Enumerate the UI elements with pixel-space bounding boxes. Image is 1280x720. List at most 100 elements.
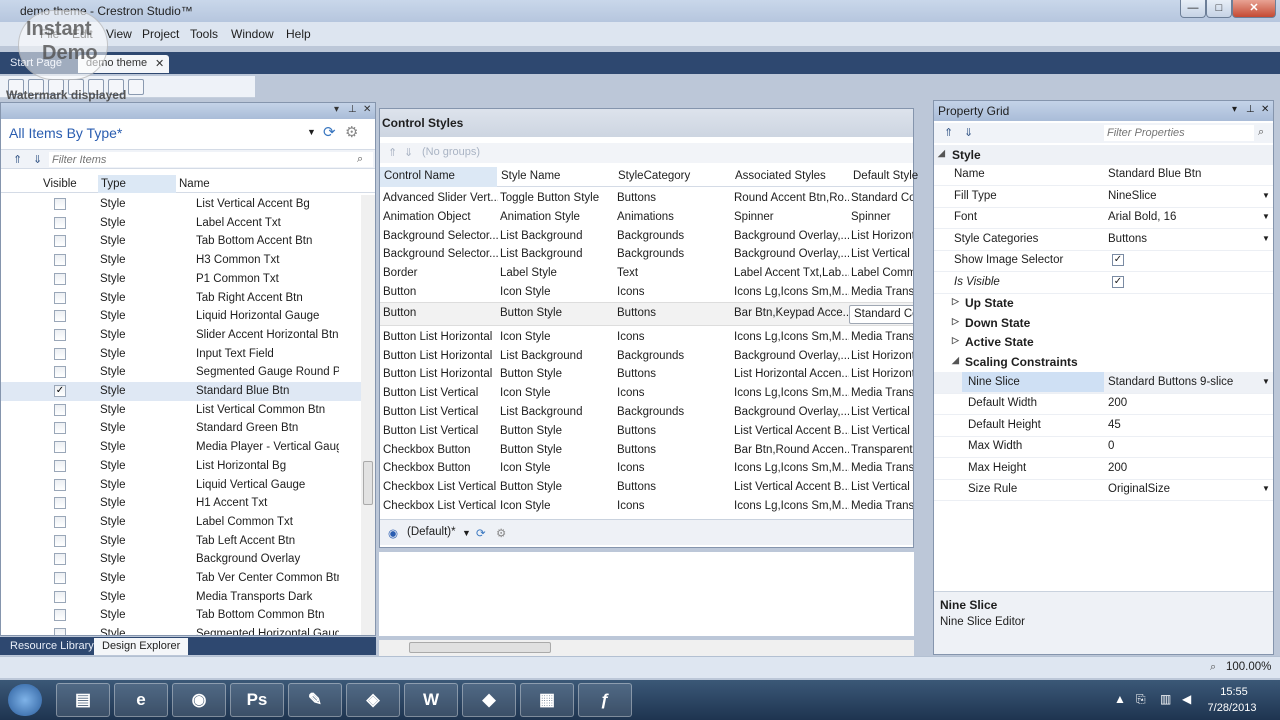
save-icon[interactable] bbox=[8, 79, 24, 95]
column-visible[interactable]: Visible bbox=[43, 178, 77, 190]
list-item[interactable]: Style Tab Bottom Common Btn bbox=[1, 606, 361, 625]
expand-groups-icon[interactable]: ⇑ bbox=[388, 146, 397, 159]
word-icon[interactable]: W bbox=[404, 683, 458, 717]
prop-max-width-value[interactable]: 0 bbox=[1108, 440, 1114, 452]
down-state-section[interactable]: ▷ Down State bbox=[934, 313, 1273, 333]
chrome-icon[interactable]: ◉ bbox=[172, 683, 226, 717]
view-combo[interactable]: All Items By Type* bbox=[9, 125, 122, 141]
visible-checkbox[interactable] bbox=[54, 572, 66, 584]
visible-checkbox[interactable] bbox=[54, 422, 66, 435]
tab-resource-library[interactable]: Resource Library bbox=[2, 638, 102, 655]
list-item[interactable]: Style Liquid Vertical Gauge bbox=[1, 476, 361, 495]
table-row[interactable]: Button List Horizontal List Background Bac… bbox=[380, 347, 913, 366]
list-item[interactable]: Style Tab Left Accent Btn bbox=[1, 532, 361, 551]
prop-default-height-value[interactable]: 45 bbox=[1108, 419, 1121, 431]
maximize-button[interactable]: □ bbox=[1206, 0, 1232, 18]
search-icon[interactable]: ⌕ bbox=[1258, 126, 1264, 139]
table-row[interactable]: Button List Vertical Button Style Buttons L… bbox=[380, 422, 913, 441]
list-item[interactable]: Style Segmented Gauge Round Pi bbox=[1, 363, 361, 382]
table-row[interactable]: Checkbox Button Icon Style Icons Icons Lg,I… bbox=[380, 459, 913, 478]
list-item[interactable]: Style Slider Accent Horizontal Btn bbox=[1, 326, 361, 345]
chevron-down-icon[interactable]: ▼ bbox=[307, 127, 316, 137]
visible-checkbox[interactable] bbox=[54, 235, 66, 248]
prop-nine-slice-value[interactable]: Standard Buttons 9-slice bbox=[1108, 376, 1233, 388]
prop-fill-type[interactable]: Fill Type NineSlice ▼ bbox=[934, 186, 1273, 208]
tab-start-page[interactable]: Start Page bbox=[2, 55, 70, 73]
default-theme-combo[interactable]: (Default)* bbox=[407, 526, 456, 538]
photoshop-icon[interactable]: Ps bbox=[230, 683, 284, 717]
prop-style-categories[interactable]: Style Categories Buttons ▼ bbox=[934, 229, 1273, 251]
list-item[interactable]: Style Standard Green Btn bbox=[1, 419, 361, 438]
column-default-style[interactable]: Default Style bbox=[853, 170, 918, 182]
paste-icon[interactable] bbox=[48, 79, 64, 95]
clock-time[interactable]: 15:55 bbox=[1204, 686, 1264, 698]
chevron-down-icon[interactable]: ▼ bbox=[1262, 212, 1270, 221]
visible-checkbox[interactable] bbox=[54, 328, 66, 341]
ie-icon[interactable]: e bbox=[114, 683, 168, 717]
close-icon[interactable]: ✕ bbox=[363, 104, 371, 115]
new-icon[interactable] bbox=[68, 79, 84, 95]
scaling-constraints-section[interactable]: ◢ Scaling Constraints bbox=[934, 352, 1273, 372]
prop-default-height[interactable]: Default Height 45 bbox=[934, 415, 1273, 437]
visible-checkbox[interactable] bbox=[54, 441, 66, 454]
visible-checkbox[interactable] bbox=[54, 534, 66, 547]
list-item[interactable]: Style H3 Common Txt bbox=[1, 251, 361, 270]
cube-icon[interactable]: ◆ bbox=[462, 683, 516, 717]
tray-usb-icon[interactable]: ⎘ bbox=[1136, 692, 1146, 707]
visible-checkbox[interactable] bbox=[54, 310, 66, 323]
left-scrollbar-thumb[interactable] bbox=[363, 461, 373, 505]
default-style-cell[interactable]: Standard Co bbox=[849, 304, 913, 324]
chevron-down-icon[interactable]: ▼ bbox=[1262, 234, 1270, 243]
list-item[interactable]: Style Label Accent Txt bbox=[1, 214, 361, 233]
column-control-name[interactable]: Control Name bbox=[384, 170, 455, 182]
visible-checkbox[interactable] bbox=[54, 198, 66, 210]
clock-date[interactable]: 7/28/2013 bbox=[1200, 702, 1264, 714]
visible-checkbox[interactable] bbox=[54, 459, 66, 472]
table-row[interactable]: Button Icon Style Icons Icons Lg,Icons Sm,M… bbox=[380, 283, 913, 302]
chevron-down-icon[interactable]: ▼ bbox=[1262, 484, 1270, 493]
toolbox-icon[interactable]: ▦ bbox=[520, 683, 574, 717]
notepad-icon[interactable]: ✎ bbox=[288, 683, 342, 717]
visible-checkbox[interactable] bbox=[54, 272, 66, 285]
horizontal-scrollbar[interactable] bbox=[379, 640, 914, 656]
list-item[interactable]: Style Liquid Horizontal Gauge bbox=[1, 307, 361, 326]
search-icon[interactable]: ⌕ bbox=[357, 153, 363, 166]
table-row[interactable]: Checkbox Button Button Style Buttons Bar Bt… bbox=[380, 441, 913, 460]
table-row[interactable]: Animation Object Animation Style Animation… bbox=[380, 208, 913, 227]
collapse-groups-icon[interactable]: ⇓ bbox=[404, 146, 413, 159]
list-item[interactable]: Style List Vertical Common Btn bbox=[1, 401, 361, 420]
table-row[interactable]: Border Label Style Text Label Accent Txt,La… bbox=[380, 264, 913, 283]
explorer-icon[interactable]: ▤ bbox=[56, 683, 110, 717]
eye-icon[interactable]: ◉ bbox=[388, 526, 398, 540]
column-style-category[interactable]: StyleCategory bbox=[618, 170, 690, 182]
table-row[interactable]: Button List Vertical List Background Backg… bbox=[380, 403, 913, 422]
expand-all-icon[interactable]: ⇑ bbox=[944, 126, 953, 139]
visible-checkbox[interactable]: ✓ bbox=[54, 385, 66, 397]
visible-checkbox[interactable] bbox=[54, 254, 66, 267]
prop-size-rule-value[interactable]: OriginalSize bbox=[1108, 483, 1170, 495]
column-name[interactable]: Name bbox=[179, 178, 210, 190]
pin-icon[interactable]: ⊥ bbox=[1246, 104, 1255, 115]
list-item[interactable]: Style Segmented Horizontal Gaug bbox=[1, 625, 361, 635]
chevron-down-icon[interactable]: ▼ bbox=[1262, 377, 1270, 386]
prop-name-value[interactable]: Standard Blue Btn bbox=[1108, 168, 1201, 180]
start-button[interactable] bbox=[8, 684, 42, 716]
list-item[interactable]: Style Media Transports Dark bbox=[1, 588, 361, 607]
network-icon[interactable]: ▥ bbox=[1160, 692, 1171, 706]
chevron-down-icon[interactable]: ▼ bbox=[462, 528, 471, 538]
list-item[interactable]: Style List Vertical Accent Bg bbox=[1, 195, 361, 214]
volume-icon[interactable]: ◀ bbox=[1182, 692, 1191, 706]
tab-design-explorer[interactable]: Design Explorer bbox=[94, 638, 189, 655]
menu-edit[interactable]: Edit bbox=[72, 27, 93, 41]
chevron-down-icon[interactable]: ▼ bbox=[1262, 191, 1270, 200]
visible-checkbox[interactable] bbox=[54, 291, 66, 304]
filter-items-input[interactable] bbox=[49, 152, 373, 167]
copy-icon[interactable] bbox=[28, 79, 44, 95]
list-item[interactable]: Style Media Player - Vertical Gaug bbox=[1, 438, 361, 457]
column-style-name[interactable]: Style Name bbox=[501, 170, 560, 182]
column-type[interactable]: Type bbox=[101, 178, 126, 190]
grid-icon[interactable] bbox=[108, 79, 124, 95]
visible-checkbox[interactable] bbox=[54, 216, 66, 229]
prop-max-height-value[interactable]: 200 bbox=[1108, 462, 1127, 474]
column-associated-styles[interactable]: Associated Styles bbox=[735, 170, 826, 182]
